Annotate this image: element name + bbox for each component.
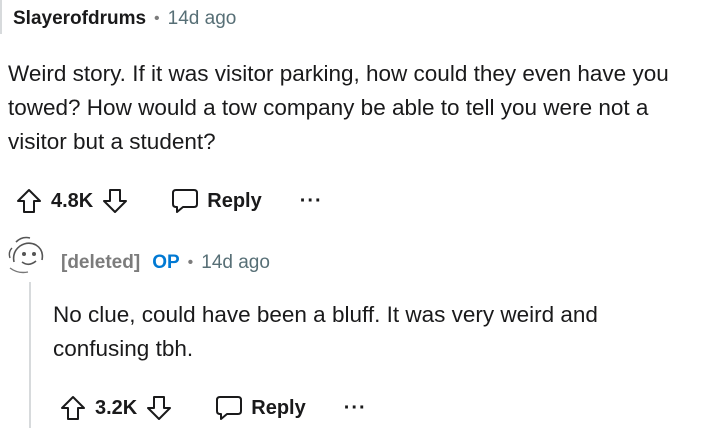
arrow-up-icon [17, 189, 41, 213]
snoo-avatar-icon[interactable] [4, 232, 50, 278]
comment-timestamp[interactable]: 14d ago [201, 252, 270, 274]
speech-bubble-icon [216, 396, 243, 420]
comment-author[interactable]: Slayerofdrums [13, 8, 146, 30]
more-options-button[interactable]: ··· [344, 397, 367, 420]
comment-actions: 3.2K Reply ··· [59, 388, 367, 428]
arrow-down-icon [103, 189, 128, 213]
thread-line-top[interactable] [0, 0, 2, 34]
reply-label: Reply [207, 189, 262, 212]
arrow-down-icon [147, 396, 172, 420]
comment-author: [deleted] [61, 252, 141, 273]
comment-header: Slayerofdrums • 14d ago [13, 5, 236, 33]
op-badge: OP [152, 252, 180, 273]
thread-line-reply[interactable] [29, 282, 31, 428]
speech-bubble-icon [172, 189, 199, 213]
comment-timestamp[interactable]: 14d ago [168, 8, 237, 30]
reply-button[interactable]: Reply [171, 188, 262, 214]
comment-body: No clue, could have been a bluff. It was… [53, 302, 598, 361]
meta-separator: • [154, 10, 160, 27]
downvote-button[interactable] [145, 394, 173, 422]
arrow-up-icon [61, 396, 85, 420]
upvote-button[interactable] [59, 394, 87, 422]
vote-score: 3.2K [95, 396, 138, 419]
meta-separator: • [187, 254, 194, 271]
reply-label: Reply [251, 396, 306, 419]
vote-score: 4.8K [51, 189, 94, 212]
comment-header: [deleted] OP • 14d ago [61, 249, 270, 277]
reply-button[interactable]: Reply [215, 395, 306, 421]
downvote-button[interactable] [101, 187, 129, 215]
upvote-button[interactable] [15, 187, 43, 215]
comment-body: Weird story. If it was visitor parking, … [8, 61, 669, 154]
more-options-button[interactable]: ··· [300, 190, 323, 213]
comment-actions: 4.8K Reply ··· [15, 181, 323, 221]
